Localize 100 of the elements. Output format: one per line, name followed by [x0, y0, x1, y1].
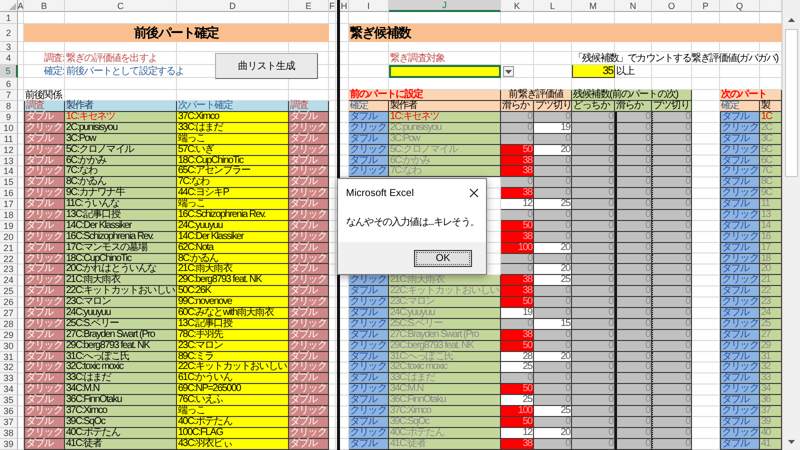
row-header[interactable]: 39 — [0, 438, 18, 450]
row-header[interactable]: 17 — [0, 199, 18, 210]
table-cell: ダブル — [720, 220, 760, 232]
table-cell: 3C:Pow — [65, 134, 177, 145]
column-header[interactable]: H — [340, 0, 349, 12]
table-cell: 7C:なわ — [177, 177, 289, 188]
column-header[interactable]: M — [572, 0, 615, 12]
row-header[interactable]: 12 — [0, 144, 18, 156]
row-header[interactable]: 25 — [0, 286, 18, 298]
dropdown-button[interactable] — [503, 66, 514, 77]
generate-list-button[interactable]: 曲リスト生成 — [215, 53, 318, 79]
row-header[interactable]: 31 — [0, 352, 18, 362]
row-header[interactable]: 1 — [0, 12, 18, 24]
row-header[interactable]: 5 — [0, 65, 18, 78]
row-header[interactable]: 9 — [0, 112, 18, 123]
vertical-scrollbar[interactable] — [782, 0, 800, 450]
table-cell: ダブル — [24, 330, 65, 341]
table-cell: 38 — [501, 156, 534, 166]
table-cell: ダブル — [24, 156, 65, 166]
row-header[interactable]: 16 — [0, 188, 18, 200]
row-header[interactable]: 34 — [0, 384, 18, 396]
table-cell: クリック — [24, 144, 65, 156]
row-header[interactable]: 38 — [0, 428, 18, 439]
row-header[interactable]: 28 — [0, 318, 18, 330]
table-cell: クリック — [720, 188, 760, 200]
table-cell: 38 — [501, 166, 534, 178]
column-header[interactable]: N — [615, 0, 652, 12]
table-cell: クリック — [720, 362, 760, 374]
close-button[interactable] — [468, 187, 480, 199]
column-header[interactable]: P — [692, 0, 720, 12]
column-title: どっちか — [572, 101, 615, 112]
row-header[interactable]: 6 — [0, 78, 18, 90]
table-cell: 65C:アセンブラー — [177, 166, 289, 178]
row-header[interactable]: 32 — [0, 362, 18, 374]
row-header[interactable]: 3 — [0, 42, 18, 52]
table-cell: 69C:NP=265000 — [177, 384, 289, 396]
row-header[interactable]: 11 — [0, 134, 18, 145]
threshold-value[interactable]: 35 — [572, 65, 615, 78]
row-header[interactable]: 37 — [0, 416, 18, 428]
column-header[interactable]: L — [534, 0, 572, 12]
table-cell: 39 — [760, 416, 782, 428]
table-cell: 6C:かかみ — [65, 156, 177, 166]
column-header[interactable]: K — [501, 0, 534, 12]
table-cell: 端っこ — [177, 199, 289, 210]
row-header[interactable]: 36 — [0, 406, 18, 417]
row-header[interactable]: 22 — [0, 254, 18, 264]
row-header[interactable]: 18 — [0, 210, 18, 221]
table-cell: クリック — [349, 297, 389, 308]
input-field[interactable] — [389, 65, 501, 78]
row-header[interactable]: 14 — [0, 166, 18, 178]
table-cell: クリック — [720, 166, 760, 178]
column-header[interactable]: J — [389, 0, 501, 12]
column-header[interactable]: B — [24, 0, 65, 12]
column-header[interactable]: O — [652, 0, 692, 12]
table-cell: ダブル — [289, 308, 329, 319]
table-caption: 前後関係 — [25, 90, 62, 100]
row-header[interactable]: 33 — [0, 373, 18, 384]
column-title: 滑らか — [501, 101, 534, 112]
column-header[interactable]: C — [65, 0, 177, 12]
row-header[interactable]: 21 — [0, 242, 18, 254]
row-header[interactable]: 10 — [0, 122, 18, 134]
table-cell: ダブル — [349, 416, 389, 428]
row-header[interactable]: 15 — [0, 177, 18, 188]
row-header[interactable]: 13 — [0, 156, 18, 166]
row-header[interactable]: 8 — [0, 101, 18, 112]
table-cell: 37 — [760, 406, 782, 417]
ok-button[interactable]: OK — [414, 250, 472, 266]
table-cell: 38 — [501, 275, 534, 286]
table-cell: ダブル — [349, 134, 389, 145]
table-cell: ダブル — [289, 352, 329, 362]
table-cell: 38 — [501, 188, 534, 200]
column-header[interactable]: F — [329, 0, 336, 12]
row-header[interactable]: 19 — [0, 220, 18, 232]
row-header[interactable]: 30 — [0, 340, 18, 352]
row-header[interactable]: 20 — [0, 232, 18, 243]
column-title: 次パート確定 — [177, 101, 289, 112]
row-header[interactable]: 7 — [0, 90, 18, 101]
table-cell: クリック — [289, 210, 329, 221]
row-header[interactable]: 4 — [0, 52, 18, 65]
row-header[interactable]: 24 — [0, 275, 18, 286]
column-header[interactable]: D — [177, 0, 289, 12]
table-cell: クリック — [349, 340, 389, 352]
row-header[interactable]: 2 — [0, 24, 18, 42]
table-cell: 29C:berg8793 feat. NK — [389, 340, 501, 352]
table-cell: ダブル — [24, 373, 65, 384]
column-header[interactable]: E — [289, 0, 329, 12]
table-cell: 15 — [534, 318, 572, 330]
row-header[interactable]: 23 — [0, 264, 18, 276]
row-header[interactable]: 29 — [0, 330, 18, 341]
row-header[interactable]: 26 — [0, 297, 18, 308]
row-header[interactable]: 35 — [0, 395, 18, 406]
table-cell: ダブル — [24, 242, 65, 254]
row-header[interactable]: 27 — [0, 308, 18, 319]
column-header[interactable]: I — [349, 0, 389, 12]
table-cell: クリック — [289, 428, 329, 439]
table-cell: 1C:キセネツ — [389, 112, 501, 123]
table-cell: 端っこ — [177, 134, 289, 145]
scroll-thumb[interactable] — [785, 29, 798, 177]
table-cell: 37C:Ximco — [177, 112, 289, 123]
column-header[interactable]: Q — [720, 0, 760, 12]
